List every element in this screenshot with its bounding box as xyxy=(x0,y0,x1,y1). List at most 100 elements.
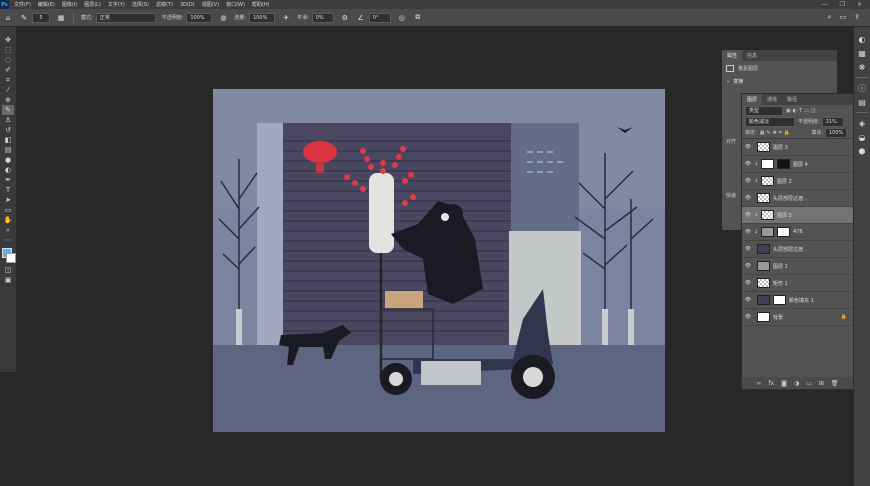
eye-icon[interactable]: 👁 xyxy=(742,229,754,235)
layer-row[interactable]: 👁 矩形 1 xyxy=(742,275,853,292)
layer-thumbnail[interactable] xyxy=(757,261,770,271)
eraser-tool-icon[interactable]: ◧ xyxy=(2,135,14,145)
layer-thumbnail[interactable] xyxy=(757,295,770,305)
layer-row[interactable]: 👁 ↓ 478 xyxy=(742,224,853,241)
menu-view[interactable]: 视图(V) xyxy=(202,1,219,8)
opacity-field[interactable]: 100% xyxy=(186,12,213,23)
adjustment-icon[interactable]: ◑ xyxy=(794,380,799,387)
layer-kind-filter[interactable]: 类型 xyxy=(745,105,783,116)
menu-help[interactable]: 帮助(H) xyxy=(252,1,270,8)
swatches-panel-icon[interactable]: ▦ xyxy=(856,47,868,59)
search-icon[interactable]: ⌕ xyxy=(828,13,832,22)
mask-icon[interactable]: ◙ xyxy=(781,380,787,387)
eye-icon[interactable]: 👁 xyxy=(742,314,754,320)
layer-thumbnail[interactable] xyxy=(757,278,770,288)
smooth-field[interactable]: 0% xyxy=(311,12,334,23)
layer-row[interactable]: 👁 ↓ 图层 2 xyxy=(742,173,853,190)
channels-panel-icon[interactable]: ◒ xyxy=(856,131,868,143)
lasso-tool-icon[interactable]: ◌ xyxy=(2,55,14,65)
layer-name[interactable]: 头层部层过渡.. xyxy=(773,195,806,202)
properties-panel-icon[interactable]: ⓘ xyxy=(856,82,868,94)
layer-name[interactable]: 颜色填充 1 xyxy=(789,297,814,304)
stamp-tool-icon[interactable]: ♙ xyxy=(2,115,14,125)
layer-name[interactable]: 图层 4 xyxy=(793,161,808,168)
transform-section[interactable]: ⌄ 变换 xyxy=(722,75,837,87)
blend-mode-select[interactable]: 颜色减淡 xyxy=(745,116,795,127)
tab-properties[interactable]: 属性 xyxy=(722,50,743,61)
layer-thumbnail[interactable] xyxy=(757,312,770,322)
background-color[interactable] xyxy=(6,253,16,263)
menu-select[interactable]: 选择(S) xyxy=(132,1,149,8)
crop-tool-icon[interactable]: ⌗ xyxy=(2,75,14,85)
layer-opacity-field[interactable]: 21% xyxy=(821,116,844,127)
eye-icon[interactable]: 👁 xyxy=(742,297,754,303)
zoom-tool-icon[interactable]: ⌕ xyxy=(2,225,14,235)
move-tool-icon[interactable]: ✥ xyxy=(2,35,14,45)
eye-icon[interactable]: 👁 xyxy=(742,144,754,150)
eye-icon[interactable]: 👁 xyxy=(742,280,754,286)
gear-icon[interactable]: ⚙ xyxy=(340,13,350,23)
history-brush-tool-icon[interactable]: ↺ xyxy=(2,125,14,135)
menu-edit[interactable]: 编辑(E) xyxy=(38,1,55,8)
blur-tool-icon[interactable]: ● xyxy=(2,155,14,165)
layer-thumbnail[interactable] xyxy=(761,227,774,237)
brush-settings-icon[interactable]: ▦ xyxy=(56,13,66,23)
layer-name[interactable]: 矩形 1 xyxy=(773,280,788,287)
gradient-tool-icon[interactable]: ▤ xyxy=(2,145,14,155)
menu-image[interactable]: 图像(I) xyxy=(62,1,77,8)
layer-name[interactable]: 图层 2 xyxy=(777,178,792,185)
quick-section-label[interactable]: 快速 xyxy=(726,192,736,199)
eye-icon[interactable]: 👁 xyxy=(742,246,754,252)
layer-row[interactable]: 👁 ↓ 图层 4 xyxy=(742,156,853,173)
align-section-label[interactable]: 对齐 xyxy=(726,138,736,145)
dodge-tool-icon[interactable]: ◐ xyxy=(2,165,14,175)
layer-name[interactable]: 图层 1 xyxy=(773,263,788,270)
tab-info[interactable]: 信息 xyxy=(742,50,762,61)
new-layer-icon[interactable]: ⊞ xyxy=(819,380,824,387)
filter-icons[interactable]: ▣◐T▭◫ xyxy=(786,108,818,114)
color-panel-icon[interactable]: ◐ xyxy=(856,33,868,45)
flow-field[interactable]: 100% xyxy=(249,12,276,23)
angle-field[interactable]: 0° xyxy=(368,12,391,23)
layers-panel-icon[interactable]: ◈ xyxy=(856,117,868,129)
layer-row[interactable]: 👁 图层 3 xyxy=(742,139,853,156)
path-select-tool-icon[interactable]: ➤ xyxy=(2,195,14,205)
layer-name[interactable]: 头层部层过渡.. xyxy=(773,246,806,253)
layer-row[interactable]: 👁 ↓ 图层 5 xyxy=(742,207,853,224)
eye-icon[interactable]: 👁 xyxy=(742,263,754,269)
eye-icon[interactable]: 👁 xyxy=(742,212,754,218)
layer-thumbnail[interactable] xyxy=(757,142,770,152)
brush-tool-icon[interactable]: ✎ xyxy=(2,105,14,115)
rectangle-tool-icon[interactable]: ▭ xyxy=(2,205,14,215)
layer-name[interactable]: 478 xyxy=(793,229,803,235)
quick-mask-icon[interactable]: ◫ xyxy=(2,265,14,275)
layer-row[interactable]: 👁 头层部层过渡.. xyxy=(742,190,853,207)
link-icon[interactable]: ∞ xyxy=(756,380,761,387)
healing-tool-icon[interactable]: ⊕ xyxy=(2,95,14,105)
symmetry-icon[interactable]: ⧉ xyxy=(413,13,423,23)
layer-thumbnail[interactable] xyxy=(761,210,774,220)
layer-name[interactable]: 图层 3 xyxy=(773,144,788,151)
maximize-button[interactable]: ❐ xyxy=(840,1,845,8)
layer-name[interactable]: 背景 xyxy=(773,314,783,321)
eye-icon[interactable]: 👁 xyxy=(742,195,754,201)
layer-name[interactable]: 图层 5 xyxy=(777,212,792,219)
brush-preset-icon[interactable]: ✎ xyxy=(19,13,29,23)
type-tool-icon[interactable]: T xyxy=(2,185,14,195)
layer-row[interactable]: 👁 图层 1 xyxy=(742,258,853,275)
layer-thumbnail[interactable] xyxy=(761,176,774,186)
mode-select[interactable]: 正常 xyxy=(95,12,156,23)
workspace-icon[interactable]: ▭ xyxy=(840,13,847,22)
adjustments-panel-icon[interactable]: ▤ xyxy=(856,96,868,108)
paths-panel-icon[interactable]: ⬢ xyxy=(856,145,868,157)
layer-row[interactable]: 👁 颜色填充 1 xyxy=(742,292,853,309)
pressure-opacity-icon[interactable]: ◍ xyxy=(218,13,228,23)
eye-icon[interactable]: 👁 xyxy=(742,161,754,167)
layer-mask-thumbnail[interactable] xyxy=(773,295,786,305)
fill-field[interactable]: 100% xyxy=(825,127,847,138)
menu-file[interactable]: 文件(F) xyxy=(14,1,31,8)
document-canvas[interactable] xyxy=(213,89,665,432)
hand-tool-icon[interactable]: ✋ xyxy=(2,215,14,225)
brush-size-field[interactable]: 5 xyxy=(32,12,50,23)
tab-layers[interactable]: 图层 xyxy=(742,94,763,105)
